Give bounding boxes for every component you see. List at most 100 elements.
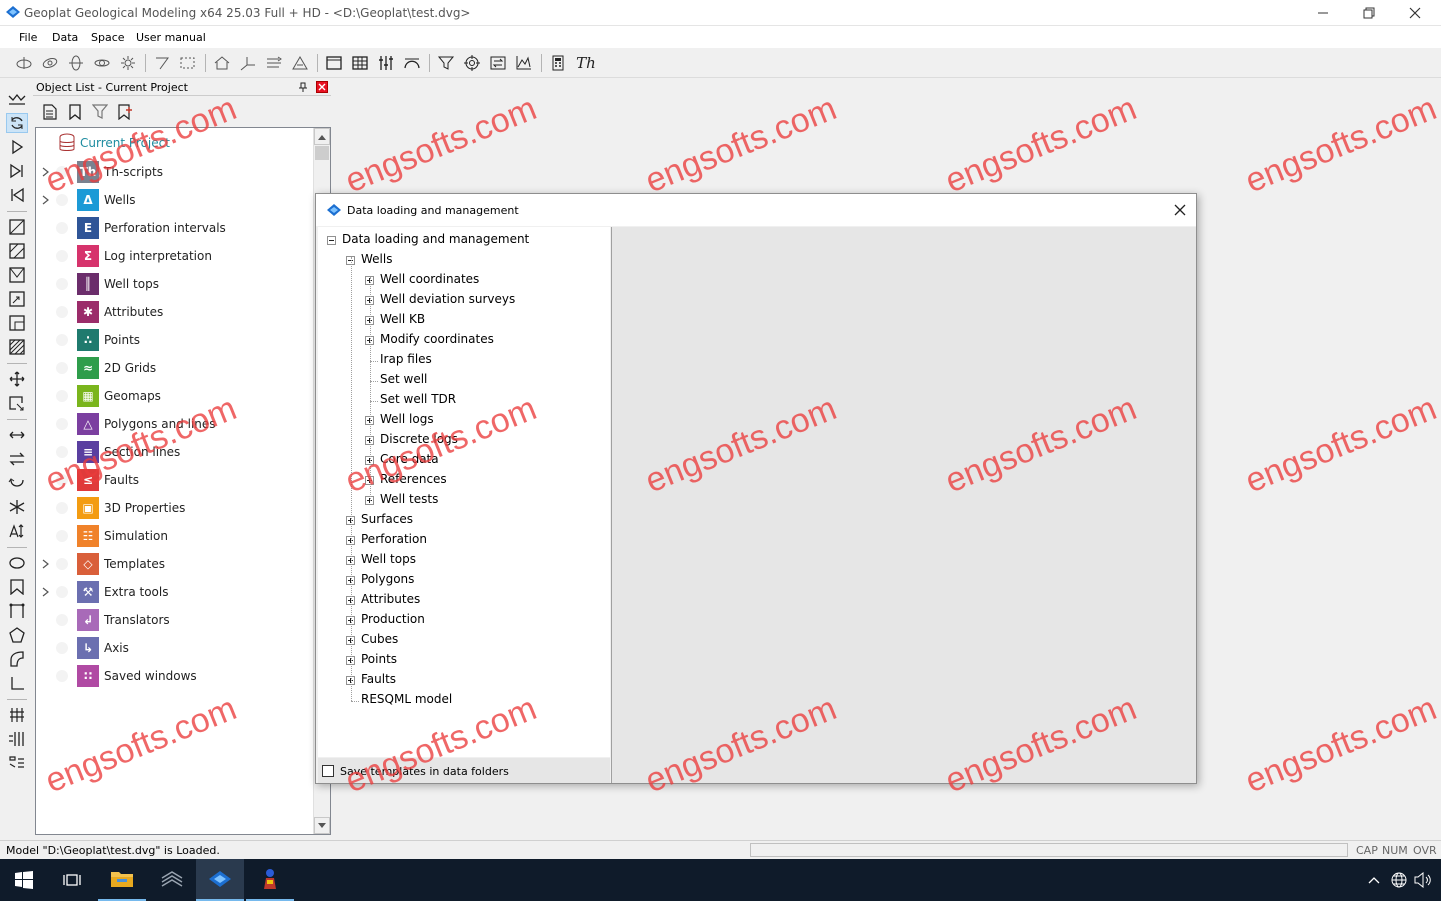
scroll-down-icon[interactable] (314, 817, 330, 834)
data-tree-item[interactable]: Polygons (361, 572, 414, 592)
home-view-icon[interactable] (211, 53, 233, 73)
visibility-toggle[interactable] (56, 390, 68, 402)
data-tree-item[interactable]: Core data (380, 452, 439, 472)
move-icon[interactable] (6, 369, 28, 389)
measure-icon[interactable] (289, 53, 311, 73)
visibility-toggle[interactable] (56, 362, 68, 374)
bookmark-add-icon[interactable] (115, 102, 135, 122)
menu-space[interactable]: Space (91, 31, 125, 44)
tree-item[interactable]: ║ Well tops (36, 270, 316, 298)
visibility-toggle[interactable] (56, 474, 68, 486)
tree-item[interactable]: ↳ Axis (36, 634, 316, 662)
horizontal-arrows-icon[interactable] (6, 425, 28, 445)
tree-item[interactable]: E Perforation intervals (36, 214, 316, 242)
scroll-up-icon[interactable] (314, 128, 330, 145)
visibility-toggle[interactable] (56, 586, 68, 598)
tree-item[interactable]: ∷ Saved windows (36, 662, 316, 690)
tree-item[interactable]: ≤ Faults (36, 466, 316, 494)
minimize-button[interactable] (1300, 0, 1346, 26)
swap-icon[interactable] (487, 53, 509, 73)
rotate-x-icon[interactable] (13, 53, 35, 73)
ellipse-icon[interactable] (6, 553, 28, 573)
refresh-icon[interactable] (6, 113, 28, 133)
visibility-toggle[interactable] (56, 250, 68, 262)
data-tree-item[interactable]: Well coordinates (380, 272, 479, 292)
visibility-toggle[interactable] (56, 278, 68, 290)
undo-curve-icon[interactable] (6, 473, 28, 493)
visibility-toggle[interactable] (56, 334, 68, 346)
tray-chevron-icon[interactable] (1360, 859, 1388, 901)
equalizer-icon[interactable] (375, 53, 397, 73)
tree-item[interactable]: ☷ Simulation (36, 522, 316, 550)
data-tree-item[interactable]: Well logs (380, 412, 434, 432)
columns-icon[interactable] (6, 705, 28, 725)
split-icon[interactable] (6, 497, 28, 517)
user-app-icon[interactable] (246, 859, 294, 901)
data-tree-item[interactable]: Cubes (361, 632, 398, 652)
grid-icon[interactable] (349, 53, 371, 73)
rotate-axis-icon[interactable] (151, 53, 173, 73)
expand-chevron-icon[interactable] (42, 559, 50, 569)
panel-close-icon[interactable] (316, 81, 328, 93)
step-back-icon[interactable] (6, 185, 28, 205)
visibility-toggle[interactable] (56, 194, 68, 206)
calculator-icon[interactable] (547, 53, 569, 73)
menu-data[interactable]: Data (52, 31, 78, 44)
visibility-toggle[interactable] (56, 502, 68, 514)
tree-item[interactable]: ↲ Translators (36, 606, 316, 634)
hatch-rect-icon[interactable] (6, 241, 28, 261)
window-icon[interactable] (323, 53, 345, 73)
data-tree-item[interactable]: Faults (361, 672, 396, 692)
data-tree-item[interactable]: Set well (380, 372, 427, 392)
data-tree-item[interactable]: Attributes (361, 592, 420, 612)
geoplat-taskbar-icon[interactable] (196, 859, 244, 901)
tree-item[interactable]: △ Polygons and lines (36, 410, 316, 438)
object-tree[interactable]: Current Project Th Th-scripts Δ Wells E Perfo… (35, 127, 331, 835)
axes-icon[interactable] (237, 53, 259, 73)
expand-chevron-icon[interactable] (42, 167, 50, 177)
select-area-icon[interactable] (177, 53, 199, 73)
exchange-icon[interactable] (6, 449, 28, 469)
data-tree-item[interactable]: Discrete logs (380, 432, 458, 452)
collapse-node-icon[interactable] (327, 236, 336, 245)
curve-corner-icon[interactable] (6, 649, 28, 669)
data-tree-item[interactable]: Perforation (361, 532, 427, 552)
menu-user-manual[interactable]: User manual (136, 31, 206, 44)
expand-chevron-icon[interactable] (42, 587, 50, 597)
data-tree[interactable]: Data loading and management Wells Well coo… (318, 227, 610, 757)
bookmark-shape-icon[interactable] (6, 577, 28, 597)
visibility-toggle[interactable] (56, 670, 68, 682)
filter-icon[interactable] (435, 53, 457, 73)
orbit-icon[interactable] (91, 53, 113, 73)
close-window-button[interactable] (1392, 0, 1438, 26)
tree-root[interactable]: Current Project (58, 132, 170, 154)
wells-panel-icon[interactable] (6, 729, 28, 749)
polyline-icon[interactable] (6, 601, 28, 621)
striped-rect-icon[interactable] (6, 337, 28, 357)
visibility-toggle[interactable] (56, 166, 68, 178)
tree-item[interactable]: ≈2D Grids (36, 354, 316, 382)
corner-rect-icon[interactable] (6, 313, 28, 333)
tree-item[interactable]: ◇ Templates (36, 550, 316, 578)
bookmark-icon[interactable] (65, 102, 85, 122)
tree-item[interactable]: ⚒ Extra tools (36, 578, 316, 606)
resize-icon[interactable] (6, 393, 28, 413)
data-tree-item[interactable]: Set well TDR (380, 392, 456, 412)
chart-icon[interactable] (513, 53, 535, 73)
visibility-toggle[interactable] (56, 418, 68, 430)
data-tree-item[interactable]: Well deviation surveys (380, 292, 515, 312)
scroll-thumb[interactable] (315, 146, 329, 160)
angle-icon[interactable] (6, 673, 28, 693)
tree-item[interactable]: ✱ Attributes (36, 298, 316, 326)
new-document-icon[interactable] (40, 102, 60, 122)
step-forward-icon[interactable] (6, 161, 28, 181)
target-icon[interactable] (461, 53, 483, 73)
save-templates-checkbox[interactable] (322, 765, 334, 777)
filter-list-icon[interactable] (90, 102, 110, 122)
tree-item[interactable]: Δ Wells (36, 186, 316, 214)
expand-chevron-icon[interactable] (42, 195, 50, 205)
pick-rect-icon[interactable] (6, 289, 28, 309)
visibility-toggle[interactable] (56, 614, 68, 626)
visibility-toggle[interactable] (56, 530, 68, 542)
visibility-toggle[interactable] (56, 306, 68, 318)
